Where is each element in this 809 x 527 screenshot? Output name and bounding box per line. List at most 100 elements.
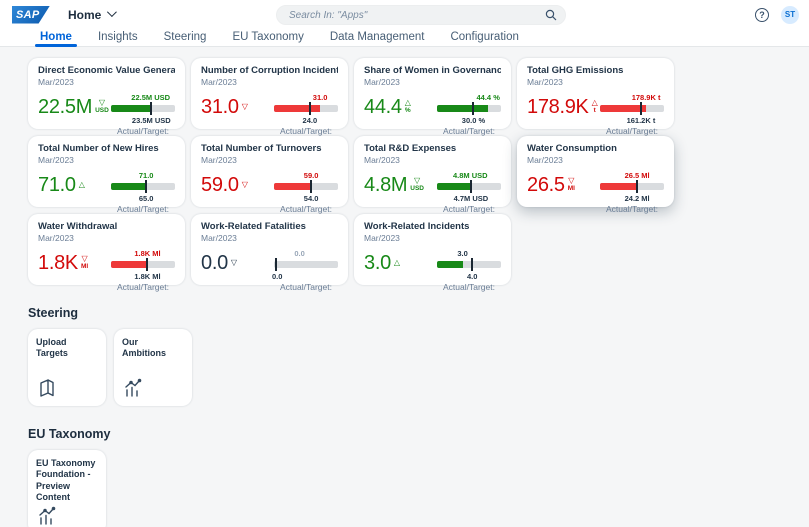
kpi-indicator: △% (405, 99, 411, 115)
bullet-chart: 59.0 54.0 Actual/Target: (274, 171, 338, 217)
chart-target-label: 0.0 (271, 272, 283, 281)
kpi-body: 3.0 △ 3.0 4.0 Actual/Target: (364, 249, 501, 295)
chart-fill (111, 183, 146, 190)
section-title-eu-taxonomy: EU Taxonomy (28, 427, 111, 441)
chart-fill (437, 183, 471, 190)
kpi-body: 178.9K △ t 178.9K t 161.2K t Actual/Target: (527, 93, 664, 139)
chart-track (437, 180, 501, 193)
kpi-body: 4.8M ▽ USD 4.8M USD 4.7M USD Actual/Target: (364, 171, 501, 217)
chart-footer-label: Actual/Target: (280, 204, 332, 214)
chart-track (111, 102, 175, 115)
chart-fill (600, 183, 637, 190)
kpi-value-row: 4.8M ▽ USD (364, 175, 424, 195)
kpi-indicator: ▽ (242, 103, 248, 111)
kpi-indicator: ▽ Ml (81, 255, 88, 271)
kpi-value: 44.4 (364, 96, 402, 118)
kpi-body: 71.0 △ 71.0 65.0 Actual/Target: (38, 171, 175, 217)
kpi-tile-water-consumption[interactable]: Water Consumption Mar/2023 26.5 ▽ Ml 26.5 Ml 2… (517, 136, 674, 214)
chart-target-label: 1.8K Ml (134, 272, 161, 281)
tab-insights[interactable]: Insights (98, 31, 138, 46)
shell-title-menu[interactable]: Home (68, 6, 118, 22)
kpi-tile-total-r-d-expenses[interactable]: Total R&D Expenses Mar/2023 4.8M ▽ USD 4.8M U… (354, 136, 511, 214)
kpi-body: 1.8K ▽ Ml 1.8K Ml 1.8K Ml Actual/Target: (38, 249, 175, 295)
chart-footer-label: Actual/Target: (443, 282, 495, 292)
app-tile-upload-targets[interactable]: Upload Targets (28, 329, 106, 406)
shell-title-text: Home (68, 7, 102, 22)
kpi-subtitle: Mar/2023 (201, 233, 237, 243)
kpi-title: Water Withdrawal (38, 221, 118, 232)
kpi-value-row: 26.5 ▽ Ml (527, 175, 575, 195)
kpi-tile-work-related-incidents[interactable]: Work-Related Incidents Mar/2023 3.0 △ 3.0 4.0… (354, 214, 511, 292)
chart-target-label: 24.0 (302, 116, 318, 125)
search-input[interactable] (289, 9, 545, 21)
kpi-title: Total Number of Turnovers (201, 143, 322, 154)
chart-footer-label: Actual/Target: (443, 126, 495, 136)
chart-actual-label: 26.5 Ml (624, 171, 650, 180)
search-bar[interactable] (276, 5, 566, 25)
bullet-chart: 3.0 4.0 Actual/Target: (437, 249, 501, 295)
bullet-chart: 0.0 0.0 Actual/Target: (271, 249, 338, 295)
kpi-tile-number-of-corruption-incidents[interactable]: Number of Corruption Incidents Mar/2023 31… (191, 58, 348, 136)
trend-down-icon: ▽ (98, 98, 106, 108)
trend-up-icon: △ (78, 180, 85, 189)
kpi-tile-total-number-of-new-hires[interactable]: Total Number of New Hires Mar/2023 71.0 △ 71… (28, 136, 185, 214)
kpi-indicator: △ (79, 181, 85, 189)
shell-header: SAP Home ? ST Home Insights Steering EU Tax… (0, 0, 809, 47)
kpi-value: 3.0 (364, 252, 391, 274)
kpi-tile-total-ghg-emissions[interactable]: Total GHG Emissions Mar/2023 178.9K △ t 178.9… (517, 58, 674, 136)
tab-eu-taxonomy[interactable]: EU Taxonomy (232, 31, 303, 46)
kpi-unit: Ml (567, 185, 575, 193)
kpi-value: 0.0 (201, 252, 228, 274)
search-icon[interactable] (545, 9, 557, 21)
chart-target-label: 30.0 % (461, 116, 486, 125)
kpi-unit: t (593, 107, 596, 115)
kpi-unit: USD (95, 107, 109, 115)
app-tile-our-ambitions[interactable]: Our Ambitions (114, 329, 192, 406)
chart-target-tick (308, 102, 311, 115)
bullet-chart: 71.0 65.0 Actual/Target: (111, 171, 175, 217)
tab-home[interactable]: Home (35, 31, 77, 47)
chart-footer-label: Actual/Target: (606, 204, 658, 214)
kpi-indicator: ▽ USD (410, 177, 424, 193)
chart-actual-label: 178.9K t (631, 93, 661, 102)
kpi-indicator: ▽ Ml (568, 177, 575, 193)
trend-up-icon: △ (591, 98, 598, 108)
kpi-unit: Ml (80, 263, 89, 271)
tab-configuration[interactable]: Configuration (450, 31, 518, 46)
launchpad-page: SAP Home ? ST Home Insights Steering EU Tax… (0, 0, 809, 527)
chart-footer-label: Actual/Target: (606, 126, 658, 136)
kpi-tile-work-related-fatalities[interactable]: Work-Related Fatalities Mar/2023 0.0 ▽ 0.0 0.… (191, 214, 348, 292)
kpi-subtitle: Mar/2023 (201, 155, 237, 165)
shell-topbar: SAP Home ? ST (0, 0, 809, 29)
kpi-indicator: △ t (592, 99, 598, 115)
avatar[interactable]: ST (781, 5, 799, 24)
chart-actual-label: 22.5M USD (131, 93, 171, 102)
app-tile-label: Upload Targets (36, 337, 68, 359)
kpi-tile-total-number-of-turnovers[interactable]: Total Number of Turnovers Mar/2023 59.0 ▽ 59… (191, 136, 348, 214)
app-tile-eu-taxonomy-foundation-preview-content[interactable]: EU Taxonomy Foundation - Preview Content (28, 450, 106, 527)
chart-target-tick (471, 258, 474, 271)
chart-actual-label: 3.0 (457, 249, 468, 258)
kpi-body: 31.0 ▽ 31.0 24.0 Actual/Target: (201, 93, 338, 139)
chart-track (274, 102, 338, 115)
kpi-value: 26.5 (527, 174, 565, 196)
tab-steering[interactable]: Steering (164, 31, 207, 46)
kpi-tile-water-withdrawal[interactable]: Water Withdrawal Mar/2023 1.8K ▽ Ml 1.8K Ml 1.… (28, 214, 185, 292)
chart-growth-icon (123, 378, 143, 398)
trend-down-icon: ▽ (241, 102, 248, 111)
chart-fill (437, 105, 489, 112)
sap-logo[interactable]: SAP (12, 5, 50, 24)
kpi-value: 4.8M (364, 174, 408, 196)
chart-footer-label: Actual/Target: (443, 204, 495, 214)
chart-footer-label: Actual/Target: (117, 204, 169, 214)
kpi-tile-direct-economic-value-generated[interactable]: Direct Economic Value Generated Mar/2023 2… (28, 58, 185, 136)
chart-actual-label: 4.8M USD (452, 171, 488, 180)
help-icon[interactable]: ? (755, 7, 769, 22)
kpi-title: Water Consumption (527, 143, 617, 154)
kpi-subtitle: Mar/2023 (364, 233, 400, 243)
shell-actions: ? ST (755, 0, 799, 29)
trend-up-icon: △ (404, 98, 411, 108)
kpi-tile-share-of-women-in-governance-body[interactable]: Share of Women in Governance BodyMar/202… (354, 58, 511, 136)
tab-data-management[interactable]: Data Management (330, 31, 425, 46)
trend-down-icon: ▽ (568, 176, 575, 186)
